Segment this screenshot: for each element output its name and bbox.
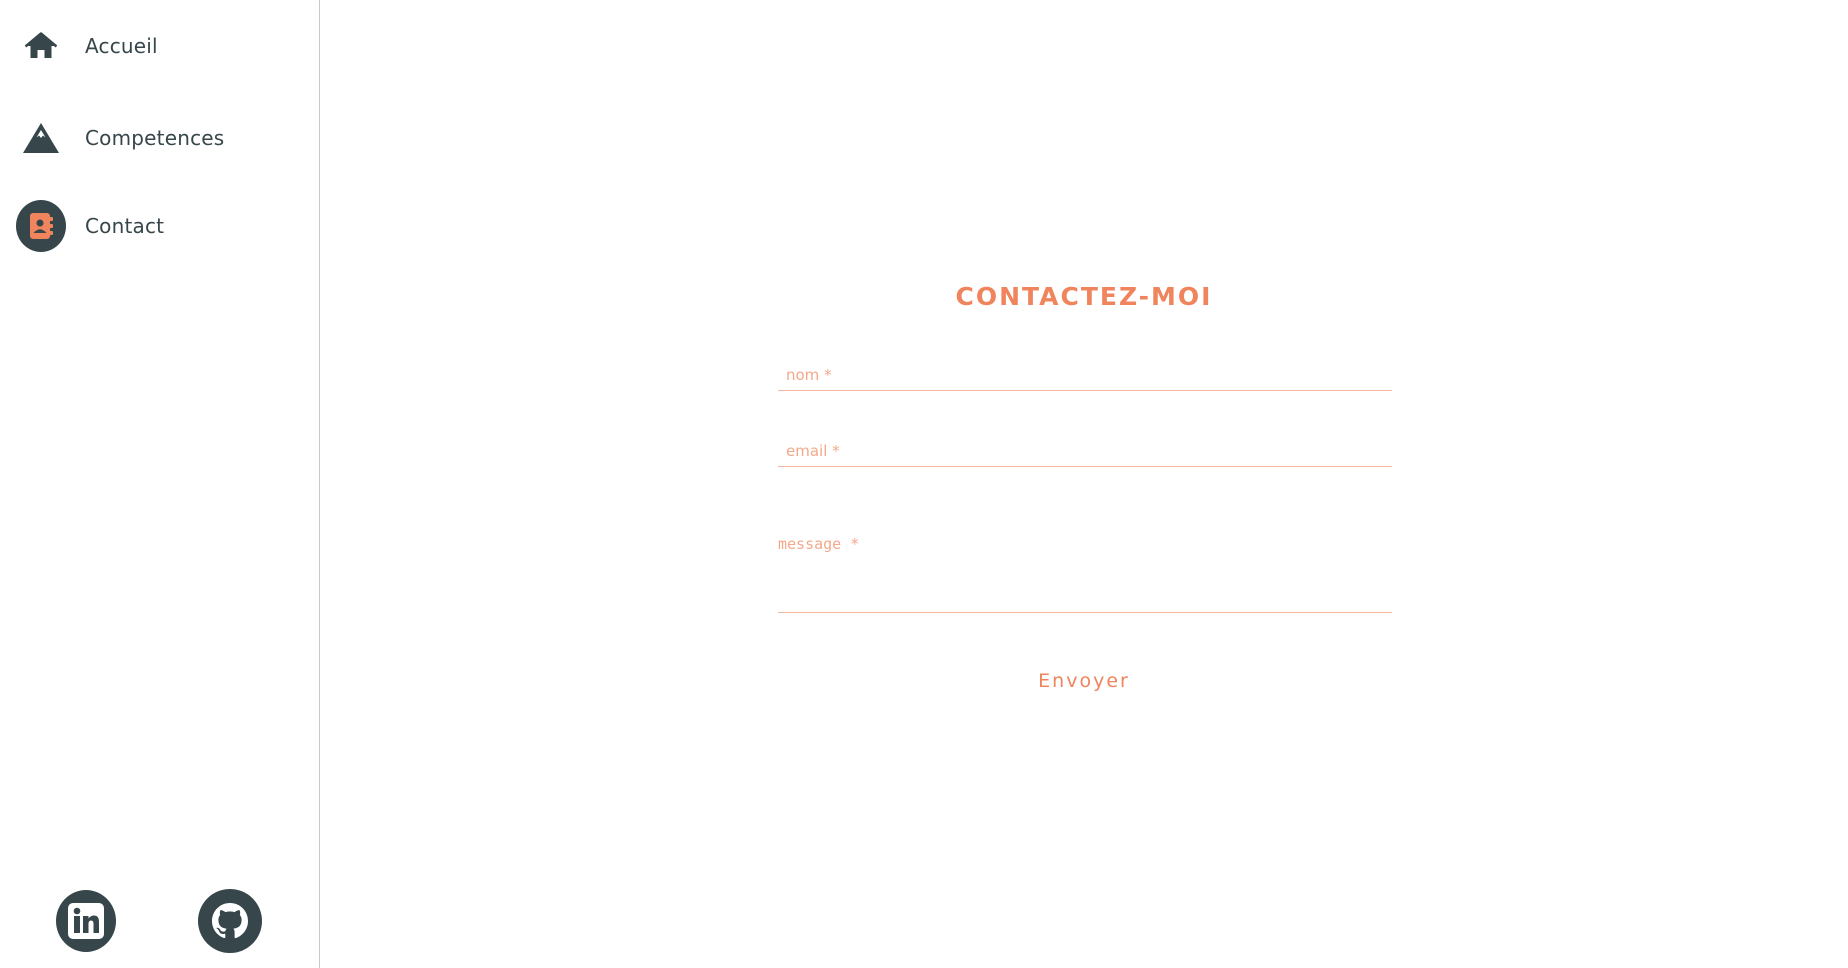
sidebar: Accueil Competences Contact (0, 0, 320, 968)
linkedin-icon (67, 902, 105, 940)
mountain-icon (16, 112, 66, 164)
name-field-wrapper (778, 360, 1392, 391)
message-textarea[interactable] (778, 527, 1392, 607)
send-button[interactable]: Envoyer (320, 670, 1848, 692)
app-root: Accueil Competences Contact CONTACTEZ-MO… (0, 0, 1848, 968)
sidebar-item-contact[interactable]: Contact (16, 200, 296, 252)
sidebar-item-competences[interactable]: Competences (16, 112, 296, 164)
main-content: CONTACTEZ-MOI Envoyer (320, 0, 1848, 968)
sidebar-item-label: Contact (85, 214, 165, 238)
github-link[interactable] (198, 889, 262, 953)
sidebar-item-accueil[interactable]: Accueil (16, 20, 296, 72)
sidebar-item-label: Accueil (85, 34, 158, 58)
page-title: CONTACTEZ-MOI (955, 282, 1213, 311)
message-field-wrapper (778, 527, 1392, 613)
linkedin-link[interactable] (56, 890, 116, 952)
github-icon (210, 901, 250, 941)
home-icon (16, 20, 66, 72)
email-input[interactable] (778, 436, 1392, 466)
sidebar-item-label: Competences (85, 126, 225, 150)
name-input[interactable] (778, 360, 1392, 390)
address-book-icon (16, 200, 66, 252)
email-field-wrapper (778, 436, 1392, 467)
